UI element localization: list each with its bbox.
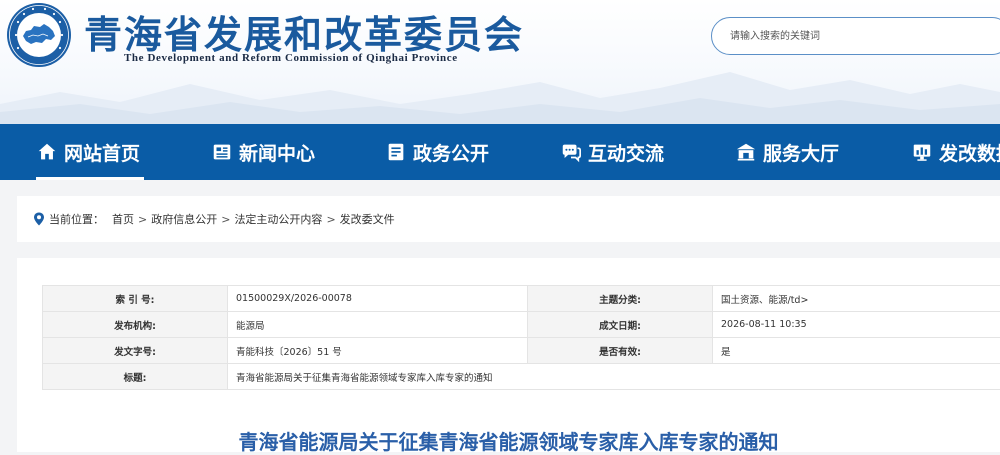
- main-nav: 网站首页 新闻中心 政务公开 互动交流: [0, 124, 1000, 180]
- date-value: 2026-08-11 10:35: [713, 312, 1000, 338]
- nav-label-news: 新闻中心: [239, 139, 315, 166]
- document-icon: [385, 141, 407, 163]
- table-row: 标题: 青海省能源局关于征集青海省能源领域专家库入库专家的通知: [43, 364, 1000, 390]
- chat-icon: [560, 141, 582, 163]
- site-header: 青海省发展和改革委员会 The Development and Reform C…: [0, 0, 1000, 124]
- breadcrumb-separator: >: [326, 213, 335, 226]
- breadcrumb: 当前位置： 首页 > 政府信息公开 > 法定主动公开内容 > 发改委文件: [33, 211, 395, 227]
- nav-item-home[interactable]: 网站首页: [36, 124, 140, 180]
- nav-item-gov-affairs[interactable]: 政务公开: [385, 124, 489, 180]
- commission-emblem: [6, 2, 72, 68]
- breadcrumb-gov-info-link[interactable]: 政府信息公开: [151, 211, 217, 227]
- document-title: 青海省能源局关于征集青海省能源领域专家库入库专家的通知: [17, 426, 1000, 455]
- nav-item-interaction[interactable]: 互动交流: [560, 124, 664, 180]
- index-number-label: 索 引 号:: [43, 286, 228, 312]
- breadcrumb-home-link[interactable]: 首页: [112, 211, 134, 227]
- site-subtitle: The Development and Reform Commission of…: [124, 52, 458, 64]
- topic-label: 主题分类:: [528, 286, 713, 312]
- nav-label-data: 发改数据: [939, 139, 1000, 166]
- content-card: 索 引 号: 01500029X/2026-00078 主题分类: 国土资源、能…: [17, 258, 1000, 452]
- validity-label: 是否有效:: [528, 338, 713, 364]
- newspaper-icon: [211, 141, 233, 163]
- topic-value: 国土资源、能源/td>: [713, 286, 1000, 312]
- nav-label-gov-affairs: 政务公开: [413, 139, 489, 166]
- subject-label: 标题:: [43, 364, 228, 390]
- breadcrumb-separator: >: [138, 213, 147, 226]
- breadcrumb-statutory-link[interactable]: 法定主动公开内容: [234, 211, 322, 227]
- breadcrumb-prefix: 当前位置：: [49, 211, 104, 227]
- document-number-value: 青能科技〔2026〕51 号: [228, 338, 528, 364]
- table-row: 发布机构: 能源局 成文日期: 2026-08-11 10:35: [43, 312, 1000, 338]
- breadcrumb-card: 当前位置： 首页 > 政府信息公开 > 法定主动公开内容 > 发改委文件: [17, 196, 1000, 242]
- table-row: 发文字号: 青能科技〔2026〕51 号 是否有效: 是: [43, 338, 1000, 364]
- subject-value: 青海省能源局关于征集青海省能源领域专家库入库专家的通知: [228, 364, 1000, 390]
- home-icon: [36, 141, 58, 163]
- nav-label-interaction: 互动交流: [588, 139, 664, 166]
- date-label: 成文日期:: [528, 312, 713, 338]
- nav-label-home: 网站首页: [64, 139, 140, 166]
- table-row: 索 引 号: 01500029X/2026-00078 主题分类: 国土资源、能…: [43, 286, 1000, 312]
- location-pin-icon: [33, 212, 45, 226]
- nav-label-service-hall: 服务大厅: [763, 139, 839, 166]
- search-input[interactable]: [730, 27, 990, 45]
- index-number-value: 01500029X/2026-00078: [228, 286, 528, 312]
- site-title: 青海省发展和改革委员会: [84, 4, 524, 59]
- search-box[interactable]: [711, 17, 1000, 55]
- nav-item-service-hall[interactable]: 服务大厅: [735, 124, 839, 180]
- breadcrumb-separator: >: [221, 213, 230, 226]
- validity-value: 是: [713, 338, 1000, 364]
- nav-item-news[interactable]: 新闻中心: [211, 124, 315, 180]
- hall-icon: [735, 141, 757, 163]
- document-number-label: 发文字号:: [43, 338, 228, 364]
- document-meta-table: 索 引 号: 01500029X/2026-00078 主题分类: 国土资源、能…: [42, 285, 1000, 390]
- data-chart-icon: [911, 141, 933, 163]
- publisher-value: 能源局: [228, 312, 528, 338]
- mountain-background: [0, 54, 1000, 124]
- breadcrumb-documents-link[interactable]: 发改委文件: [340, 211, 395, 227]
- nav-item-data[interactable]: 发改数据: [911, 124, 1000, 180]
- publisher-label: 发布机构:: [43, 312, 228, 338]
